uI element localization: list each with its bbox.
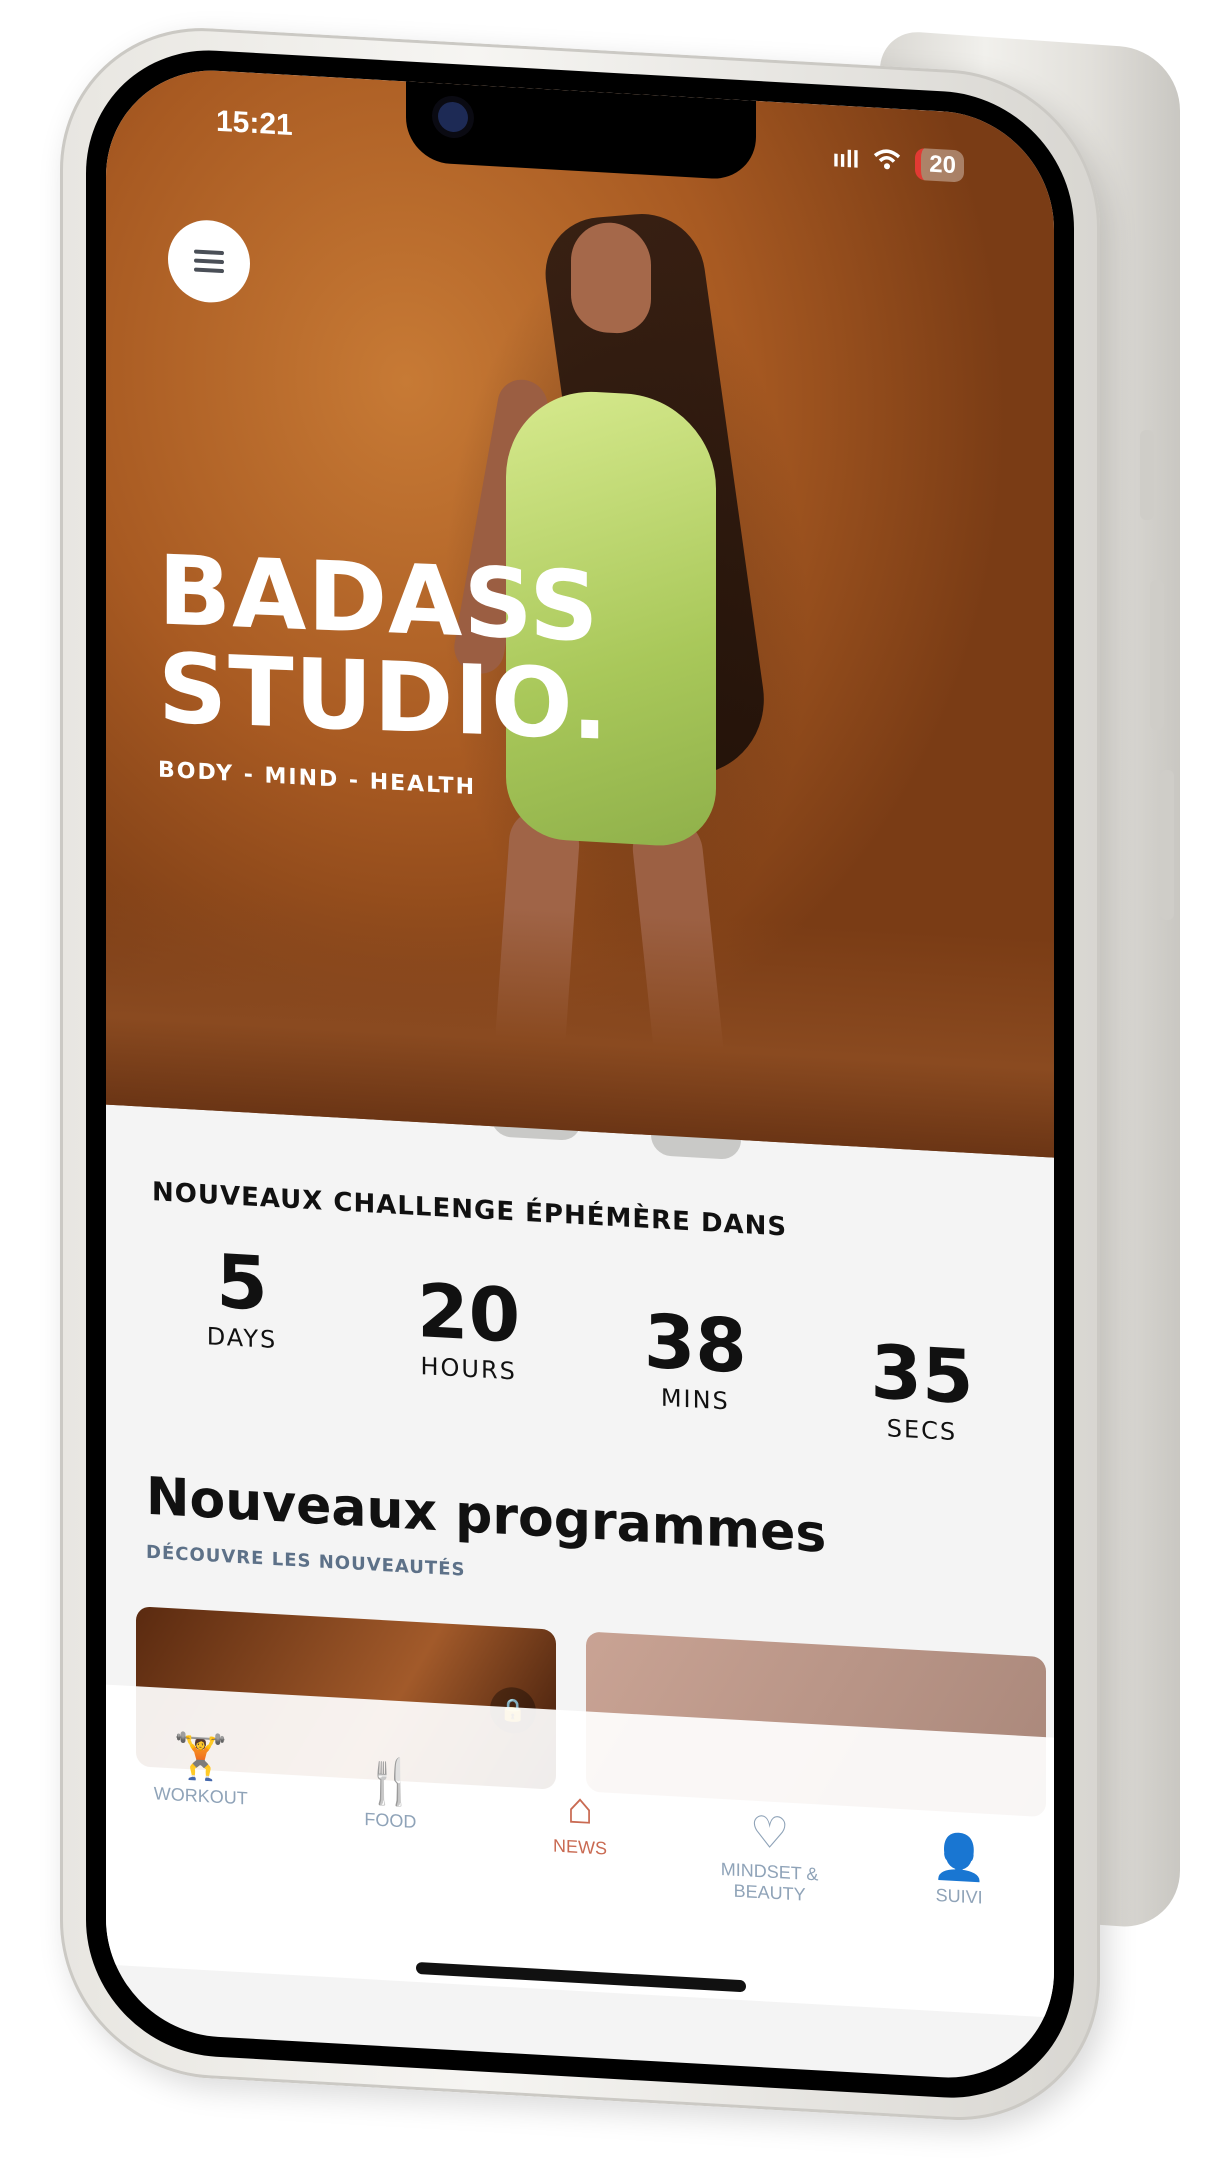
countdown-heading: NOUVEAUX CHALLENGE ÉPHÉMÈRE DANS bbox=[152, 1177, 788, 1243]
tab-label: SUIVI bbox=[935, 1884, 983, 1908]
countdown-mins: 38 MINS bbox=[605, 1298, 785, 1436]
signal-icon: ııll bbox=[832, 145, 860, 174]
home-icon: ⌂ bbox=[566, 1783, 594, 1834]
battery-icon: 20 bbox=[915, 147, 964, 183]
volume-up-button bbox=[1150, 580, 1164, 730]
bottom-tab-bar: 🏋 WORKOUT 🍴 FOOD ⌂ NEWS ♡ MINDSET & BEAU… bbox=[106, 1684, 1054, 2018]
phone: 15:21 ııll 20 BADASS STUDIO. BODY - MIND… bbox=[60, 20, 1100, 2158]
tab-food[interactable]: 🍴 FOOD bbox=[305, 1750, 475, 1986]
menu-button[interactable] bbox=[168, 218, 250, 305]
hero-title-line2: STUDIO. bbox=[158, 632, 609, 762]
hero-subtitle: BODY - MIND - HEALTH bbox=[158, 757, 476, 801]
hero-title: BADASS STUDIO. bbox=[158, 534, 609, 761]
dumbbell-icon: 🏋 bbox=[173, 1731, 229, 1784]
user-icon: 👤 bbox=[931, 1831, 987, 1884]
countdown-value: 38 bbox=[643, 1298, 747, 1391]
hero-banner: 15:21 ııll 20 BADASS STUDIO. BODY - MIND… bbox=[106, 64, 1054, 1161]
countdown-value: 20 bbox=[417, 1267, 521, 1360]
status-time: 15:21 bbox=[216, 104, 293, 143]
hero-figure-head bbox=[571, 220, 651, 336]
tab-label: NEWS bbox=[552, 1835, 607, 1859]
volume-down-button bbox=[1160, 770, 1174, 920]
status-icons: ııll 20 bbox=[832, 143, 964, 183]
camera-icon bbox=[438, 101, 468, 133]
countdown-days: 5 DAYS bbox=[152, 1237, 332, 1411]
tab-label: FOOD bbox=[364, 1809, 417, 1832]
tab-label: WORKOUT bbox=[153, 1783, 248, 1809]
side-button bbox=[1140, 430, 1154, 520]
countdown-timer: 5 DAYS 20 HOURS 38 MINS 35 SECS bbox=[152, 1237, 1012, 1449]
countdown-hours: 20 HOURS bbox=[379, 1268, 559, 1424]
tab-label: MINDSET & BEAUTY bbox=[720, 1858, 819, 1905]
app-screen: 15:21 ııll 20 BADASS STUDIO. BODY - MIND… bbox=[106, 64, 1054, 2084]
heart-icon: ♡ bbox=[749, 1807, 790, 1859]
hero-floor-shade bbox=[106, 884, 1054, 1158]
tab-news[interactable]: ⌂ NEWS bbox=[495, 1776, 665, 1996]
programs-subtitle: DÉCOUVRE LES NOUVEAUTÉS bbox=[146, 1541, 466, 1581]
wifi-icon bbox=[873, 147, 901, 178]
hamburger-icon bbox=[194, 244, 224, 278]
countdown-value: 5 bbox=[216, 1238, 268, 1328]
tab-suivi[interactable]: 👤 SUIVI bbox=[874, 1826, 1044, 2018]
fork-knife-icon: 🍴 bbox=[362, 1755, 418, 1809]
countdown-value: 35 bbox=[870, 1329, 974, 1422]
tab-mindset-beauty[interactable]: ♡ MINDSET & BEAUTY bbox=[685, 1801, 855, 2007]
tab-workout[interactable]: 🏋 WORKOUT bbox=[116, 1725, 286, 1975]
countdown-secs: 35 SECS bbox=[832, 1329, 1012, 1449]
